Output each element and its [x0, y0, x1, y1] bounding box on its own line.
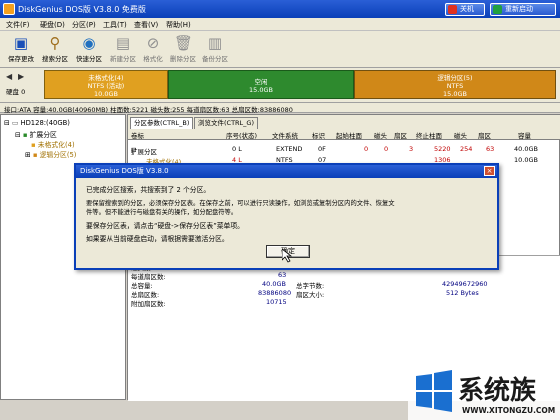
window-title: DiskGenius DOS版 V3.8.0 免费版: [18, 5, 146, 14]
search-partition-button[interactable]: ⚲ 搜索分区: [38, 33, 72, 66]
disk-map: ◀ ▶ 硬盘 0 未格式化(4) NTFS (活动) 10.0GB 空闲 15.…: [0, 68, 560, 102]
watermark-url: WWW.XITONGZU.COM: [462, 406, 556, 415]
trash-icon: 🗑: [174, 34, 194, 52]
backup-partition-button[interactable]: ▥ 备份分区: [198, 33, 232, 66]
quick-partition-button[interactable]: ◉ 快速分区: [72, 33, 106, 66]
tree-root[interactable]: ⊟ ▭ HD128:(40GB): [4, 119, 70, 127]
expand-icon: ⊞: [25, 151, 33, 159]
tab-strip: 分区参数(CTRL_B) 浏览文件(CTRL_G): [128, 115, 560, 129]
title-bar: DiskGenius DOS版 V3.8.0 免费版 关机 重新启动: [0, 0, 560, 18]
mouse-cursor-icon: [282, 249, 292, 263]
site-watermark: 系统族 WWW.XITONGZU.COM: [408, 364, 560, 420]
dialog-message-line3: 件等。但不能进行与磁盘有关的操作，如分配盘符等。: [86, 209, 238, 216]
power-icon: [448, 5, 457, 14]
format-icon: ⊘: [146, 34, 160, 52]
partition-icon: ▪: [22, 131, 30, 139]
magnifier-icon: ⚲: [49, 34, 61, 52]
dialog-message-line2: 要保留搜索到的分区，必须保存分区表。在保存之前，可以进行只读操作，如浏览或复制分…: [86, 200, 395, 207]
floppy-icon: ▣: [13, 34, 29, 52]
partition-segment-unformatted[interactable]: 未格式化(4) NTFS (活动) 10.0GB: [44, 70, 168, 99]
nav-left-icon[interactable]: ◀: [6, 72, 12, 81]
dialog-title-bar: DiskGenius DOS版 V3.8.0 ×: [76, 165, 497, 178]
partition-segment-logical[interactable]: 逻辑分区(5) NTFS 15.0GB: [354, 70, 556, 99]
tree-item-extended[interactable]: ⊟ ▪ 扩展分区: [15, 129, 57, 139]
tab-partition-params[interactable]: 分区参数(CTRL_B): [130, 117, 194, 129]
menu-disk[interactable]: 硬盘(D): [40, 20, 65, 30]
delete-partition-button[interactable]: 🗑 删除分区: [166, 33, 200, 66]
tree-item-logical[interactable]: ⊞ ▪ 逻辑分区(5): [25, 149, 76, 159]
table-row[interactable]: ⊟ 扩展分区 0 L EXTEND 0F 0 0 3 5220 254 63 4…: [128, 144, 560, 156]
new-partition-icon: ▤: [115, 34, 131, 52]
menu-partition[interactable]: 分区(P): [72, 20, 96, 30]
shutdown-button[interactable]: 关机: [445, 3, 485, 16]
menu-file[interactable]: 文件(F): [6, 20, 30, 30]
tab-browse-files[interactable]: 浏览文件(CTRL_G): [194, 117, 259, 129]
lightning-icon: ◉: [82, 34, 96, 52]
collapse-icon: ⊟: [15, 131, 23, 139]
dialog-title: DiskGenius DOS版 V3.8.0: [80, 167, 169, 175]
restart-button[interactable]: 重新启动: [490, 3, 556, 16]
partition-icon: ▪: [31, 141, 38, 149]
watermark-brand: 系统族: [458, 376, 537, 406]
partition-segment-free[interactable]: 空闲 15.0GB: [168, 70, 354, 99]
dialog-message-line1: 已完成分区搜索，共搜索到了 2 个分区。: [86, 186, 211, 194]
close-icon[interactable]: ×: [484, 166, 495, 176]
backup-icon: ▥: [207, 34, 223, 52]
collapse-icon: ⊟: [4, 119, 12, 127]
disk-info-bar: 接口:ATA 容量:40.0GB(40960MB) 柱面数:5221 磁头数:2…: [0, 102, 560, 114]
app-icon: [3, 3, 15, 15]
table-header: 卷标 序号(状态) 文件系统 标识 起始柱面 磁头 扇区 终止柱面 磁头 扇区 …: [128, 129, 560, 140]
menu-bar: 文件(F) 硬盘(D) 分区(P) 工具(T) 查看(V) 帮助(H): [0, 18, 560, 31]
disk-info-text: 接口:ATA 容量:40.0GB(40960MB) 柱面数:5221 磁头数:2…: [4, 106, 293, 114]
restart-icon: [493, 5, 502, 14]
menu-tools[interactable]: 工具(T): [103, 20, 127, 30]
new-partition-button[interactable]: ▤ 新建分区: [106, 33, 140, 66]
save-changes-button[interactable]: ▣ 保存更改: [4, 33, 38, 66]
dialog-message-line4: 要保存分区表，请点击“硬盘->保存分区表”菜单项。: [86, 222, 244, 230]
toolbar: ▣ 保存更改 ⚲ 搜索分区 ◉ 快速分区 ▤ 新建分区 ⊘ 格式化 🗑 删除分区…: [0, 31, 560, 68]
menu-view[interactable]: 查看(V): [134, 20, 158, 30]
tree-item-unformatted[interactable]: ▪ 未格式化(4): [31, 139, 75, 149]
format-button[interactable]: ⊘ 格式化: [136, 33, 170, 66]
dialog-message-line5: 如果要从当前硬盘启动，请根据需要激活分区。: [86, 235, 229, 243]
partition-icon: ▪: [32, 151, 40, 159]
menu-help[interactable]: 帮助(H): [166, 20, 191, 30]
disk-label: 硬盘 0: [6, 88, 26, 96]
nav-right-icon[interactable]: ▶: [18, 72, 24, 81]
